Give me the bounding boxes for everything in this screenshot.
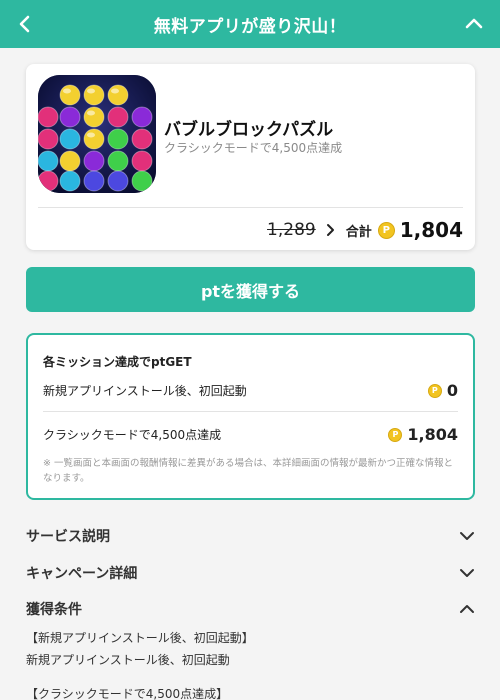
point-coin-icon: P: [388, 427, 403, 442]
bubble-puzzle-icon: [38, 75, 156, 193]
chevron-right-icon: [326, 224, 334, 236]
app-card: バブルブロックパズル クラシックモードで4,500点達成 1,289 合計 P …: [26, 64, 475, 250]
page-title: 無料アプリが盛り沢山！: [153, 16, 347, 37]
mission-points: 1,804: [407, 425, 458, 444]
mission-points: 0: [446, 381, 458, 400]
mission-note: ※ 一覧画面と本画面の報酬情報に差異がある場合は、本詳細画面の情報が最新かつ正確…: [43, 458, 453, 484]
total-price: 1,804: [399, 218, 463, 242]
chevron-up-icon[interactable]: [462, 12, 486, 36]
mission-reward: P 0: [427, 381, 458, 400]
point-coin-icon: P: [377, 221, 395, 239]
section-campaign-label: キャンペーン詳細: [26, 566, 138, 582]
mission-title: 各ミッション達成でptGET: [43, 355, 192, 369]
mission-label: クラシックモードで4,500点達成: [43, 428, 222, 442]
app-icon: [38, 75, 156, 193]
total-label: 合計: [345, 224, 372, 240]
mission-item: 新規アプリインストール後、初回起動 P 0: [43, 381, 458, 400]
price-row: 1,289 合計 P 1,804: [267, 214, 463, 246]
mission-box: 各ミッション達成でptGET 新規アプリインストール後、初回起動 P 0 クラシ…: [26, 333, 475, 500]
mission-item: クラシックモードで4,500点達成 P 1,804: [43, 425, 458, 444]
get-points-button[interactable]: ptを獲得する: [26, 267, 475, 312]
divider: [43, 411, 458, 412]
top-bar: 無料アプリが盛り沢山！: [0, 0, 500, 48]
condition-heading: 【新規アプリインストール後、初回起動】: [26, 631, 254, 645]
section-service[interactable]: サービス説明: [26, 525, 475, 547]
app-name: バブルブロックパズル: [164, 120, 334, 140]
app-subtitle: クラシックモードで4,500点達成: [164, 141, 343, 155]
divider: [38, 207, 463, 208]
condition-text: 新規アプリインストール後、初回起動: [26, 653, 230, 667]
chevron-down-icon: [460, 569, 474, 577]
chevron-up-icon: [460, 605, 474, 613]
section-campaign[interactable]: キャンペーン詳細: [26, 562, 475, 584]
section-service-label: サービス説明: [26, 529, 110, 545]
section-conditions-label: 獲得条件: [26, 602, 82, 618]
mission-reward: P 1,804: [388, 425, 458, 444]
old-price: 1,289: [267, 220, 316, 240]
chevron-down-icon: [460, 532, 474, 540]
mission-label: 新規アプリインストール後、初回起動: [43, 384, 247, 398]
section-conditions[interactable]: 獲得条件: [26, 598, 475, 620]
condition-heading: 【クラシックモードで4,500点達成】: [26, 687, 229, 700]
point-coin-icon: P: [427, 383, 442, 398]
chevron-left-icon[interactable]: [14, 12, 36, 36]
